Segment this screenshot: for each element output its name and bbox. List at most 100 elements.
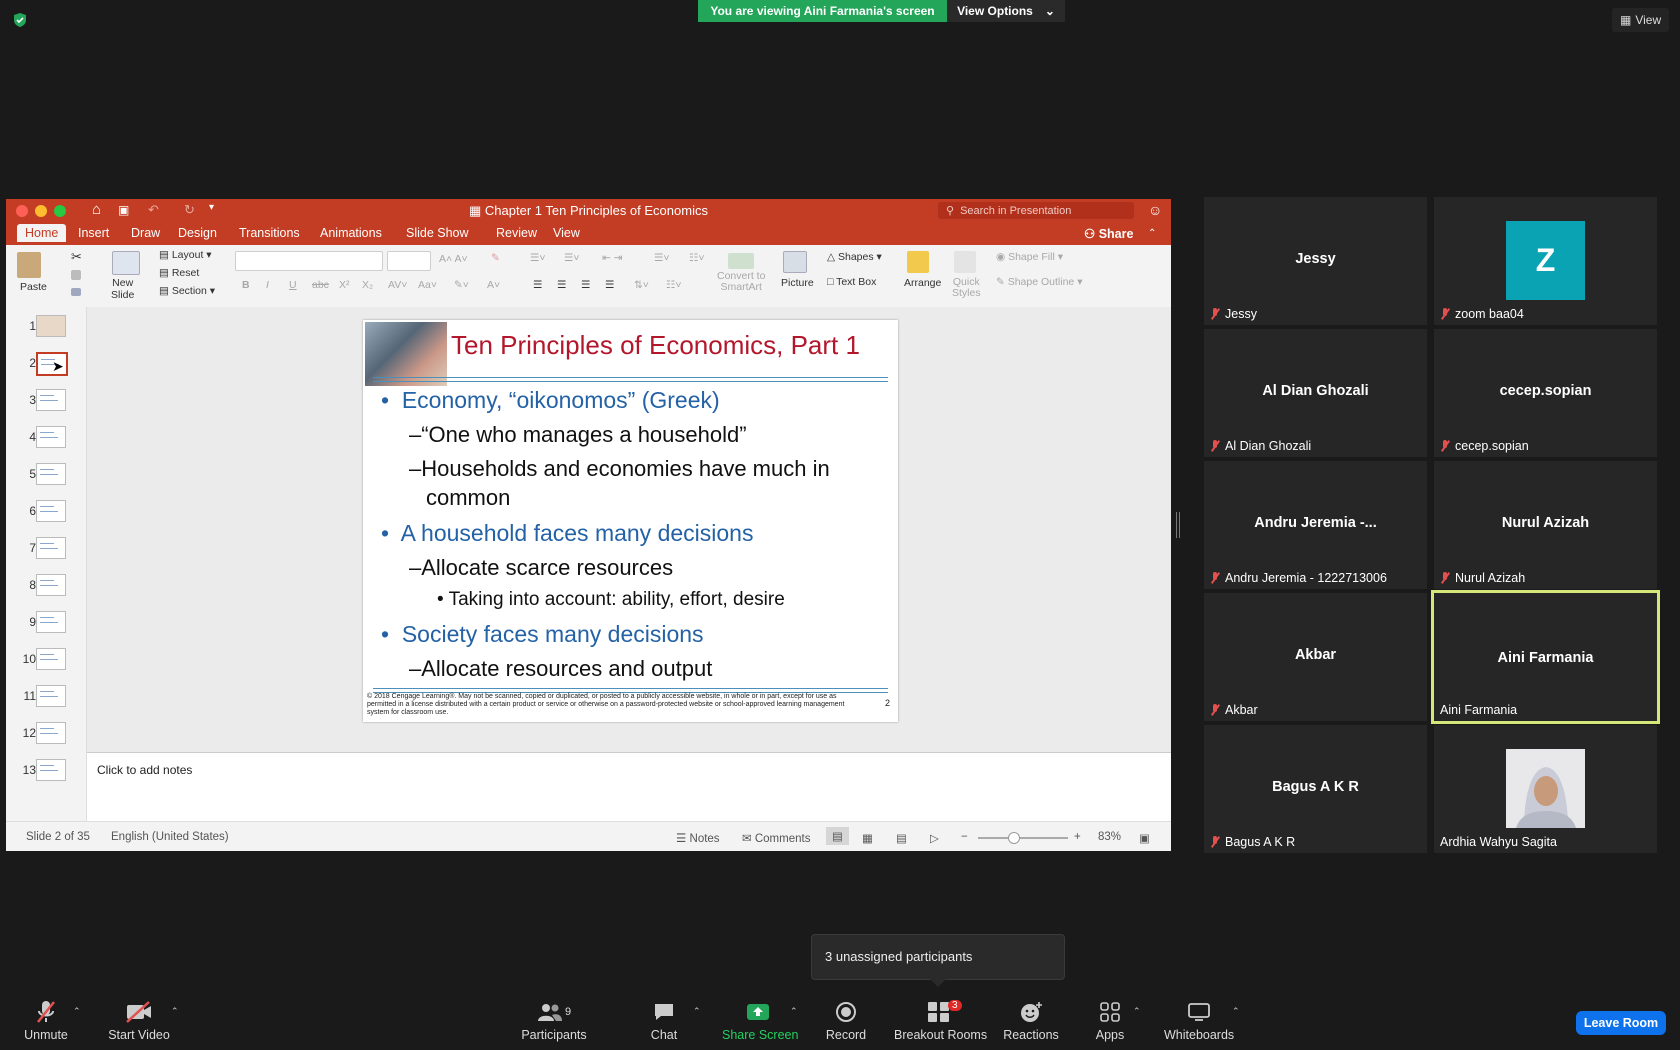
smartart-icon[interactable] [728,253,754,269]
whiteboard-options-caret-icon[interactable]: ⌃ [1232,1006,1240,1017]
participant-tile[interactable]: Bagus A K R Bagus A K R [1204,725,1427,853]
whiteboards-button[interactable]: Whiteboards [1164,1000,1234,1042]
participant-tile[interactable]: Al Dian Ghozali Al Dian Ghozali [1204,329,1427,457]
slide-thumbnail-7[interactable] [36,537,66,559]
chat-button[interactable]: Chat [648,1000,680,1042]
share-screen-button[interactable]: Share Screen [722,1000,798,1042]
align-left-icon[interactable]: ☰ [533,279,542,291]
font-name-select[interactable] [235,251,383,271]
slide-thumbnail-5[interactable] [36,463,66,485]
quick-styles-icon[interactable] [954,251,976,273]
clear-format-icon[interactable]: ✎ [491,252,500,264]
share-options-caret-icon[interactable]: ⌃ [790,1006,798,1017]
slide-2[interactable]: Ten Principles of Economics, Part 1 • Ec… [363,320,898,722]
superscript-button[interactable]: X² [339,279,350,291]
justify-icon[interactable]: ☰ [605,279,614,291]
new-slide-icon[interactable] [112,251,140,275]
tab-transitions[interactable]: Transitions [239,226,300,240]
apps-options-caret-icon[interactable]: ⌃ [1133,1006,1141,1017]
feedback-icon[interactable]: ☺ [1148,202,1162,218]
bold-button[interactable]: B [242,279,250,291]
shapes-button[interactable]: △ Shapes ▾ [827,251,882,263]
convert-smartart-label[interactable]: Convert to SmartArt [717,270,765,293]
slide-thumbnail-3[interactable] [36,389,66,411]
new-slide-label[interactable]: New Slide [111,277,134,301]
tab-view[interactable]: View [553,226,580,240]
zoom-slider[interactable] [978,837,1068,839]
tab-review[interactable]: Review [496,226,537,240]
bullets-button[interactable]: ☰˅ [530,252,546,264]
cut-icon[interactable]: ✂ [71,249,82,265]
record-button[interactable]: Record [825,1000,867,1042]
unmute-button[interactable]: Unmute [18,1000,74,1042]
language-status[interactable]: English (United States) [111,831,229,843]
font-size-buttons[interactable]: A˄ A˅ [439,253,468,265]
section-button[interactable]: ▤ Section ▾ [159,285,215,297]
search-presentation-input[interactable]: ⚲ Search in Presentation [938,202,1134,219]
shape-fill-button[interactable]: ◉ Shape Fill ▾ [996,251,1063,263]
picture-label[interactable]: Picture [781,277,814,289]
text-direction-button[interactable]: ⇅˅ [634,279,649,291]
highlight-button[interactable]: ✎˅ [454,279,469,291]
copy-icon[interactable] [71,270,81,280]
notes-toggle[interactable]: ☰ Notes [676,831,720,845]
notes-pane[interactable]: Click to add notes [87,752,1171,822]
slide-thumbnail-4[interactable] [36,426,66,448]
security-shield-icon[interactable] [12,12,28,28]
format-painter-icon[interactable] [71,288,81,296]
reactions-button[interactable]: Reactions [1003,1000,1059,1042]
slideshow-view-icon[interactable]: ▷ [930,831,939,845]
paste-icon[interactable] [17,252,41,278]
participant-tile[interactable]: Akbar Akbar [1204,593,1427,721]
zoom-level[interactable]: 83% [1098,831,1121,843]
picture-icon[interactable] [783,251,807,273]
arrange-label[interactable]: Arrange [904,277,941,289]
zoom-slider-thumb[interactable] [1008,832,1020,844]
share-button[interactable]: ⚇ Share [1084,226,1133,241]
tab-draw[interactable]: Draw [131,226,160,240]
slide-thumbnail-10[interactable] [36,648,66,670]
slide-thumbnail-1[interactable] [36,315,66,337]
subscript-button[interactable]: X₂ [362,279,373,291]
comments-toggle[interactable]: ✉ Comments [742,831,810,845]
breakout-rooms-button[interactable]: 3 Breakout Rooms [894,1000,987,1042]
notes-placeholder[interactable]: Click to add notes [97,763,192,777]
strikethrough-button[interactable]: abc [312,279,329,291]
arrange-icon[interactable] [907,251,929,273]
slide-thumbnail-12[interactable] [36,722,66,744]
tab-animations[interactable]: Animations [320,226,382,240]
quick-styles-label[interactable]: Quick Styles [952,276,981,299]
slide-thumbnail-13[interactable] [36,759,66,781]
reading-view-icon[interactable]: ▤ [896,831,907,845]
slide-thumbnail-pane[interactable]: 1 2 ➤ 3 4 5 6 7 8 9 10 11 12 13 [6,307,87,821]
paste-label[interactable]: Paste [20,281,47,293]
slide-thumbnail-9[interactable] [36,611,66,633]
align-center-icon[interactable]: ☰ [557,279,566,291]
font-size-select[interactable] [387,251,431,271]
fit-to-window-icon[interactable]: ▣ [1139,831,1150,845]
audio-options-caret-icon[interactable]: ⌃ [73,1006,81,1017]
view-options-button[interactable]: View Options ⌄ [947,0,1065,22]
participant-tile[interactable]: Jessy Jessy [1204,197,1427,325]
chat-options-caret-icon[interactable]: ⌃ [693,1006,701,1017]
tab-home[interactable]: Home [17,224,67,242]
participant-tile[interactable]: Nurul Azizah Nurul Azizah [1434,461,1657,589]
leave-room-button[interactable]: Leave Room [1576,1011,1666,1035]
start-video-button[interactable]: Start Video [104,1000,174,1042]
split-view-handle[interactable] [1176,512,1180,538]
slide-thumbnail-6[interactable] [36,500,66,522]
normal-view-icon[interactable]: ▤ [826,827,849,845]
italic-button[interactable]: I [266,279,269,291]
zoom-in-icon[interactable]: + [1074,831,1081,843]
slide-thumbnail-11[interactable] [36,685,66,707]
collapse-ribbon-icon[interactable]: ⌃ [1148,228,1156,239]
underline-button[interactable]: U [289,279,297,291]
slide-sorter-icon[interactable]: ▦ [862,831,873,845]
slide-thumbnail-8[interactable] [36,574,66,596]
align-text-button[interactable]: ☷˅ [666,279,682,291]
layout-button[interactable]: ▤ Layout ▾ [159,249,212,261]
tab-design[interactable]: Design [178,226,217,240]
change-case-button[interactable]: Aa˅ [418,279,437,291]
apps-button[interactable]: Apps [1094,1000,1126,1042]
columns-button[interactable]: ☷˅ [689,252,705,264]
